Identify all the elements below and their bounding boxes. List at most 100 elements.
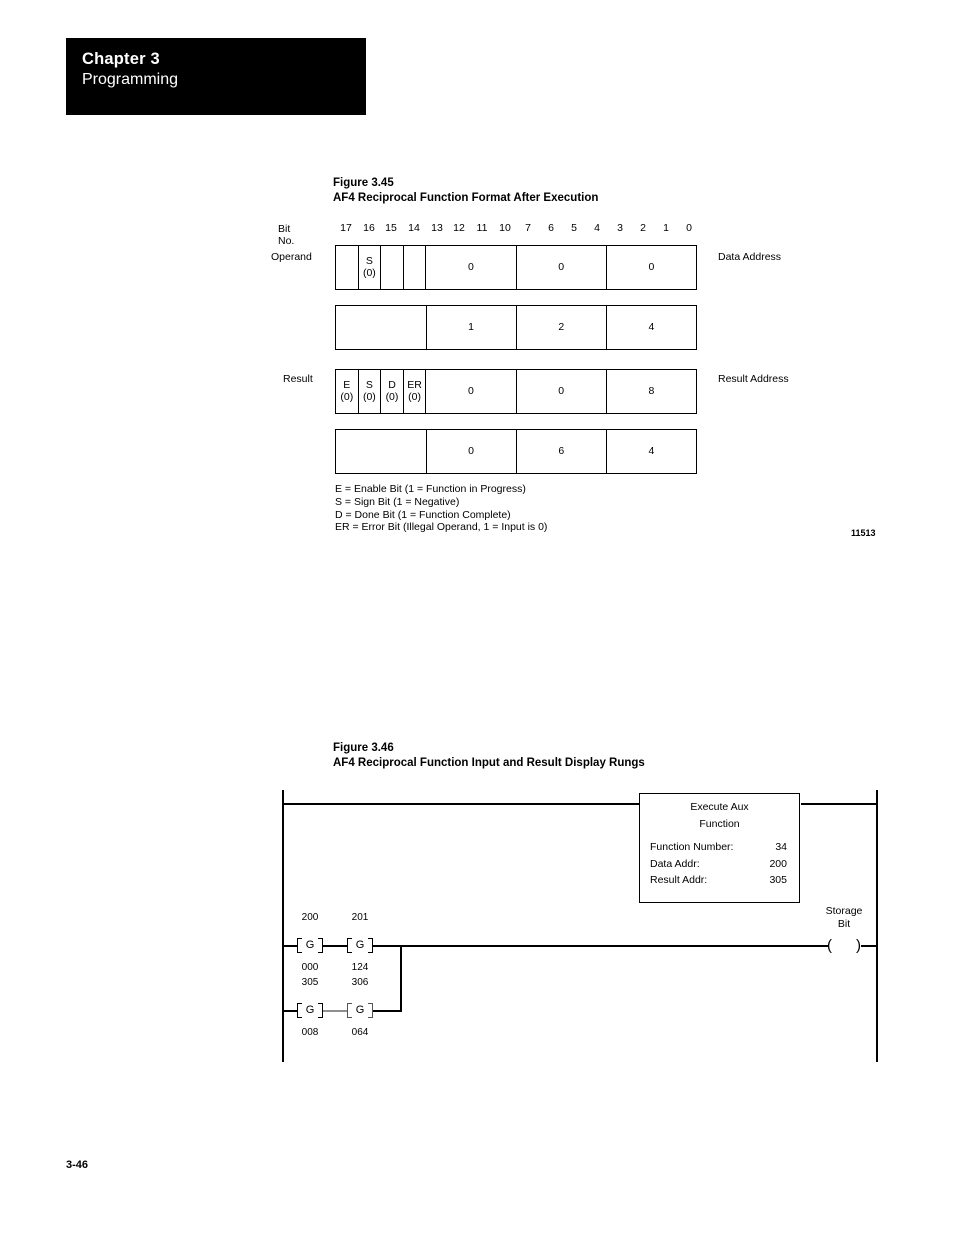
bit-number-row: 17 16 15 14 13 12 11 10 7 6 5 4 3 2 1 0 <box>335 222 697 237</box>
storage-bit-label: Storage Bit <box>809 905 879 930</box>
operand-bit-cell-15 <box>381 246 404 289</box>
storage-bit-coil[interactable]: ( ) <box>827 937 861 955</box>
bit-value: (0) <box>362 390 376 403</box>
figure-3-46-caption-line2: AF4 Reciprocal Function Input and Result… <box>333 756 645 769</box>
bit-number: 2 <box>640 222 646 234</box>
result-digit-cell: 6 <box>517 430 607 473</box>
contact-bracket-right <box>318 938 323 953</box>
bit-number: 3 <box>617 222 623 234</box>
contact-bracket-right <box>318 1003 323 1018</box>
rung-2-wire-a3 <box>373 945 402 947</box>
storage-bit-label-line2: Bit <box>837 917 851 930</box>
coil-paren-right: ) <box>856 937 861 954</box>
bit-number: 14 <box>408 222 420 234</box>
contact-1-get[interactable]: G <box>297 938 323 953</box>
function-block-title-line2: Function <box>699 818 740 830</box>
result-bit-cell-error: ER (0) <box>404 370 427 413</box>
bit-number: 0 <box>686 222 692 234</box>
bit-name: S <box>365 379 373 391</box>
result-addr-row: Result Addr: 305 <box>650 872 787 889</box>
operand-bit-cell-14 <box>404 246 427 289</box>
result-bit-cell-enable: E (0) <box>336 370 359 413</box>
chapter-header-banner: Chapter 3 Programming <box>66 38 366 115</box>
contact-symbol: G <box>355 939 365 951</box>
operand-digit-cell: 2 <box>517 306 607 349</box>
bit-number: 6 <box>548 222 554 234</box>
coil-to-rail-wire <box>861 945 877 947</box>
operand-label: Operand <box>271 251 312 263</box>
bit-number: 16 <box>363 222 375 234</box>
result-label: Result <box>283 373 313 385</box>
bit-number: 17 <box>340 222 352 234</box>
contact-symbol: G <box>305 1004 315 1016</box>
contact-symbol: G <box>355 1004 365 1016</box>
rung-2-wire-b1 <box>283 1010 298 1012</box>
function-block-rows: Function Number: 34 Data Addr: 200 Resul… <box>640 833 799 889</box>
left-power-rail <box>282 790 284 1062</box>
bit-number: 12 <box>453 222 465 234</box>
result-bit-cell-done: D (0) <box>381 370 404 413</box>
contact-4-bottom-address: 064 <box>351 1027 369 1038</box>
chapter-title: Chapter 3 <box>82 50 160 68</box>
result-bit-cell-sign: S (0) <box>359 370 382 413</box>
execute-aux-function-block[interactable]: Execute Aux Function Function Number: 34… <box>639 793 800 903</box>
function-number-value: 34 <box>775 841 787 853</box>
bit-no-label: Bit No. <box>278 223 295 247</box>
contact-2-top-address: 201 <box>351 912 369 923</box>
operand-word-2-row: 1 2 4 <box>335 305 697 350</box>
figure-3-45-caption: Figure 3.45 AF4 Reciprocal Function Form… <box>333 176 598 205</box>
contact-symbol: G <box>305 939 315 951</box>
legend-line-enable: E = Enable Bit (1 = Function in Progress… <box>335 483 526 495</box>
contact-bracket-left <box>347 1003 352 1018</box>
coil-paren-left: ( <box>827 937 832 954</box>
legend-line-error: ER = Error Bit (Illegal Operand, 1 = Inp… <box>335 521 548 534</box>
branch-junction-vertical <box>400 945 402 1011</box>
rung-2-output-wire <box>400 945 829 947</box>
bit-name: ER <box>407 379 422 391</box>
contact-4-top-address: 306 <box>351 977 369 988</box>
rung-2-wire-a2 <box>323 945 348 947</box>
contact-3-bottom-address: 008 <box>301 1027 319 1038</box>
figure-3-45-legend: E = Enable Bit (1 = Function in Progress… <box>335 483 547 534</box>
contact-bracket-right <box>368 1003 373 1018</box>
bit-value: (0) <box>362 266 376 279</box>
bit-name: D <box>388 379 396 391</box>
storage-bit-label-line1: Storage <box>825 905 863 917</box>
bit-number: 7 <box>525 222 531 234</box>
function-block-title-line1: Execute Aux <box>690 801 749 813</box>
data-addr-label: Data Addr: <box>650 857 700 870</box>
result-digit-cell: 4 <box>648 444 655 457</box>
data-addr-row: Data Addr: 200 <box>650 856 787 873</box>
contact-3-get[interactable]: G <box>297 1003 323 1018</box>
rung-1-right-wire <box>801 803 877 805</box>
function-number-label: Function Number: <box>650 841 734 853</box>
result-addr-label: Result Addr: <box>650 874 708 886</box>
result-word-1-row: E (0) S (0) D (0) ER (0) 0 0 8 <box>335 369 697 414</box>
contact-2-get[interactable]: G <box>347 938 373 953</box>
rung-2-wire-a1 <box>283 945 298 947</box>
bit-name: E <box>343 379 351 391</box>
contact-1-top-address: 200 <box>301 912 319 923</box>
operand-digit-cell: 4 <box>648 320 655 333</box>
bit-value: (0) <box>385 390 399 403</box>
bit-number: 11 <box>476 222 488 234</box>
result-digit-cell: 0 <box>427 430 517 473</box>
data-addr-value: 200 <box>769 857 787 870</box>
bit-number: 4 <box>594 222 600 234</box>
contact-bracket-left <box>297 938 302 953</box>
result-digit-cell: 0 <box>426 370 517 413</box>
bit-number: 1 <box>663 222 669 234</box>
legend-line-done: D = Done Bit (1 = Function Complete) <box>335 508 511 521</box>
contact-1-bottom-address: 000 <box>301 962 319 973</box>
bit-number: 5 <box>571 222 577 234</box>
contact-bracket-right <box>368 938 373 953</box>
figure-3-46-caption-line1: Figure 3.46 <box>333 742 394 754</box>
operand-bit-cell-16-sign: S (0) <box>359 246 382 289</box>
result-digit-cell: 0 <box>517 370 607 413</box>
operand-digit-cell: 0 <box>426 246 517 289</box>
legend-line-sign: S = Sign Bit (1 = Negative) <box>335 495 460 508</box>
contact-4-get[interactable]: G <box>347 1003 373 1018</box>
bit-number: 10 <box>499 222 511 234</box>
result-digit-cell: 8 <box>648 384 655 397</box>
result-word-2-row: 0 6 4 <box>335 429 697 474</box>
